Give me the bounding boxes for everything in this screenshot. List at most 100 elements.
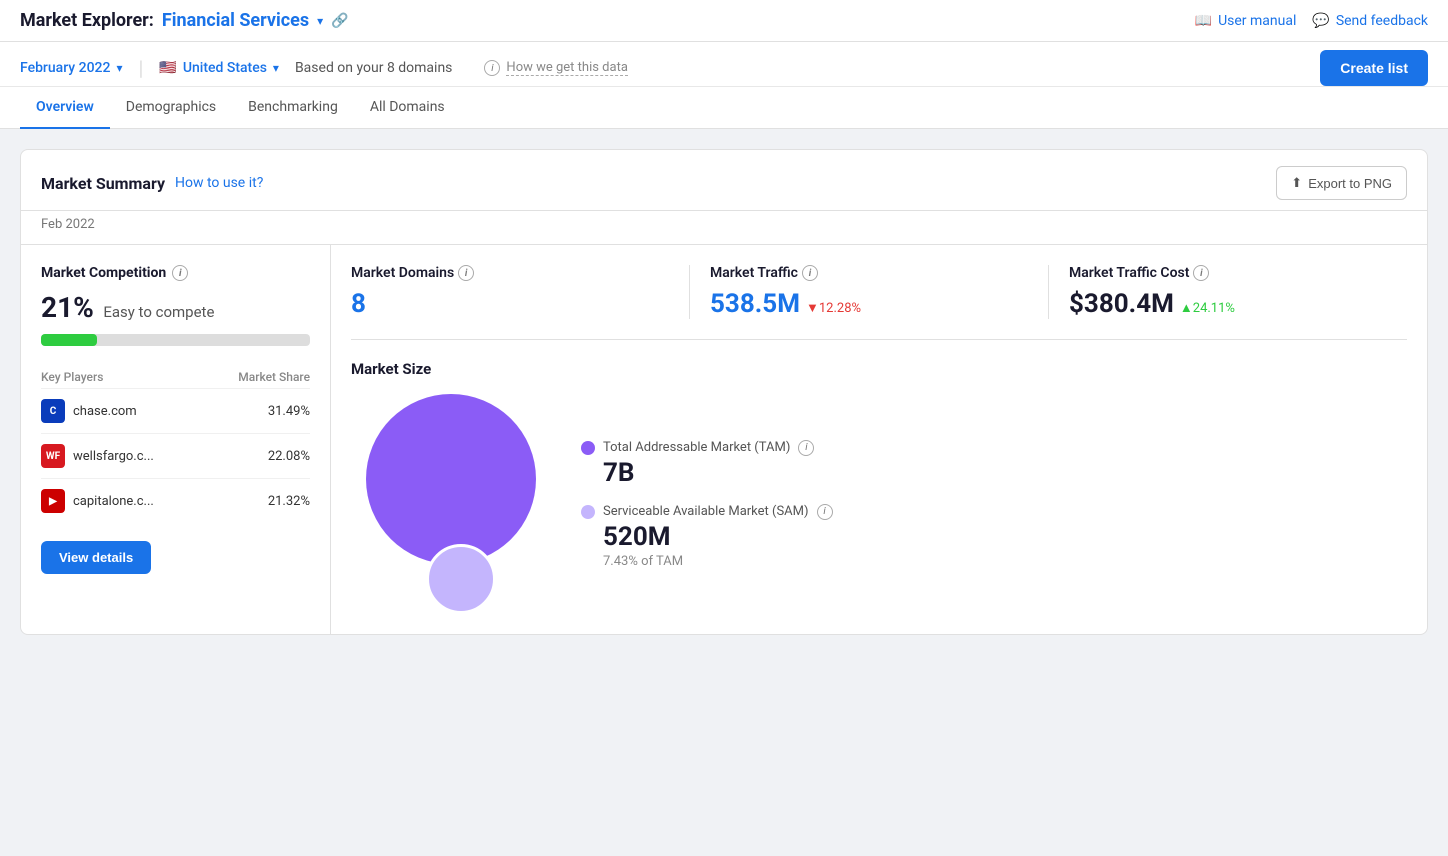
market-share-value: 31.49% [205,389,310,434]
product-name: Financial Services [162,10,309,31]
sam-info-icon: i [817,504,833,520]
domain-cell: WF wellsfargo.c... [41,434,205,478]
upload-icon: ⬆ [1291,175,1302,191]
export-to-png-button[interactable]: ⬆ Export to PNG [1276,166,1407,200]
link-icon: 🔗 [331,13,348,29]
metric-value-row-1: 538.5M ▼12.28% [710,289,1028,319]
domain-name: wellsfargo.c... [73,449,154,464]
domain-cell: ▶ capitalone.c... [41,479,205,523]
sub-header-filters: February 2022 | 🇺🇸 United States Based o… [20,56,1300,80]
tam-label: Total Addressable Market (TAM) [603,440,790,455]
metric-value-1: 538.5M [710,289,800,319]
competition-description: Easy to compete [103,303,214,321]
app-title: Market Explorer: [20,10,154,31]
sam-dot [581,505,595,519]
tam-value: 7B [603,458,833,488]
header-right: 📖 User manual 💬 Send feedback [1195,13,1428,29]
top-header: Market Explorer: Financial Services 🔗 📖 … [0,0,1448,42]
how-we-get-label: How we get this data [506,60,627,76]
market-share-value: 22.08% [205,434,310,479]
header-left: Market Explorer: Financial Services 🔗 [20,10,349,31]
domain-logo: ▶ [41,489,65,513]
based-on-label: Based on your 8 domains [295,60,452,76]
date-filter-label: February 2022 [20,60,110,76]
filter-divider: | [138,56,143,80]
metric-info-icon-2: i [1193,265,1209,281]
key-player-row: WF wellsfargo.c... 22.08% [41,434,310,479]
domain-name: capitalone.c... [73,494,154,509]
tam-info-icon: i [798,440,814,456]
tab-all-domains[interactable]: All Domains [354,87,461,129]
domain-logo: WF [41,444,65,468]
metric-value-0: 8 [351,289,366,319]
competition-info-icon: i [172,265,188,281]
tab-benchmarking[interactable]: Benchmarking [232,87,354,129]
metric-info-icon-1: i [802,265,818,281]
trend-up-2: ▲24.11% [1180,301,1235,316]
date-chevron-icon [116,60,122,76]
view-details-button[interactable]: View details [41,541,151,574]
country-filter[interactable]: 🇺🇸 United States [159,56,279,80]
metrics-row: Market Domains i 8 Market Traffic i 538.… [351,265,1407,340]
market-summary-title: Market Summary [41,174,165,193]
market-size-title: Market Size [351,360,1407,378]
col-share: Market Share [205,366,310,389]
market-size-content: Total Addressable Market (TAM) i 7B Serv… [351,394,1407,614]
trend-down-1: ▼12.28% [806,301,861,316]
sam-value: 520M [603,522,833,552]
metric-value-2: $380.4M [1069,289,1174,319]
metric-name-0: Market Domains i [351,265,669,281]
metric-name-1: Market Traffic i [710,265,1028,281]
key-player-row: C chase.com 31.49% [41,389,310,434]
tam-legend-item: Total Addressable Market (TAM) i 7B [581,440,833,488]
card-body: Market Competition i 21% Easy to compete… [21,245,1427,634]
product-dropdown-icon[interactable] [317,13,323,29]
market-share-value: 21.32% [205,479,310,524]
tab-overview[interactable]: Overview [20,87,110,129]
tam-dot [581,441,595,455]
metric-value-row-2: $380.4M ▲24.11% [1069,289,1387,319]
key-players-table: Key Players Market Share C chase.com 31.… [41,366,310,523]
sam-sub: 7.43% of TAM [603,554,833,569]
flag-icon: 🇺🇸 [159,60,176,76]
left-panel: Market Competition i 21% Easy to compete… [21,245,331,634]
domain-name: chase.com [73,404,137,419]
competition-label: Market Competition i [41,265,310,281]
how-to-link[interactable]: How to use it? [175,175,263,191]
sub-header: February 2022 | 🇺🇸 United States Based o… [0,42,1448,87]
tab-demographics[interactable]: Demographics [110,87,232,129]
sam-label: Serviceable Available Market (SAM) [603,504,809,519]
country-chevron-icon [273,60,279,76]
country-label: United States [183,60,267,76]
bubble-small [426,544,496,614]
book-icon: 📖 [1195,13,1212,29]
tam-legend-header: Total Addressable Market (TAM) i [581,440,833,456]
chat-icon: 💬 [1312,13,1329,29]
col-players: Key Players [41,366,205,389]
metric-block-0: Market Domains i 8 [351,265,690,319]
key-player-row: ▶ capitalone.c... 21.32% [41,479,310,524]
export-label: Export to PNG [1308,176,1392,191]
sam-legend-item: Serviceable Available Market (SAM) i 520… [581,504,833,569]
how-we-get-section[interactable]: i How we get this data [484,60,627,76]
sam-legend-header: Serviceable Available Market (SAM) i [581,504,833,520]
market-legend: Total Addressable Market (TAM) i 7B Serv… [581,440,833,569]
card-header-left: Market Summary How to use it? [41,174,263,193]
date-filter[interactable]: February 2022 [20,56,122,80]
bubble-large [366,394,536,564]
metric-block-2: Market Traffic Cost i $380.4M ▲24.11% [1049,265,1407,319]
create-list-button[interactable]: Create list [1320,50,1428,86]
domain-logo: C [41,399,65,423]
card-subtitle: Feb 2022 [21,211,1427,245]
metric-info-icon-0: i [458,265,474,281]
metric-name-2: Market Traffic Cost i [1069,265,1387,281]
card-header: Market Summary How to use it? ⬆ Export t… [21,150,1427,211]
competition-value: 21% [41,291,94,324]
competition-progress-bar [41,334,310,346]
right-panel: Market Domains i 8 Market Traffic i 538.… [331,245,1427,634]
send-feedback-link[interactable]: 💬 Send feedback [1312,13,1428,29]
competition-value-row: 21% Easy to compete [41,291,310,324]
market-size-section: Market Size Total Address [351,360,1407,614]
main-content: Market Summary How to use it? ⬆ Export t… [0,129,1448,655]
user-manual-link[interactable]: 📖 User manual [1195,13,1297,29]
